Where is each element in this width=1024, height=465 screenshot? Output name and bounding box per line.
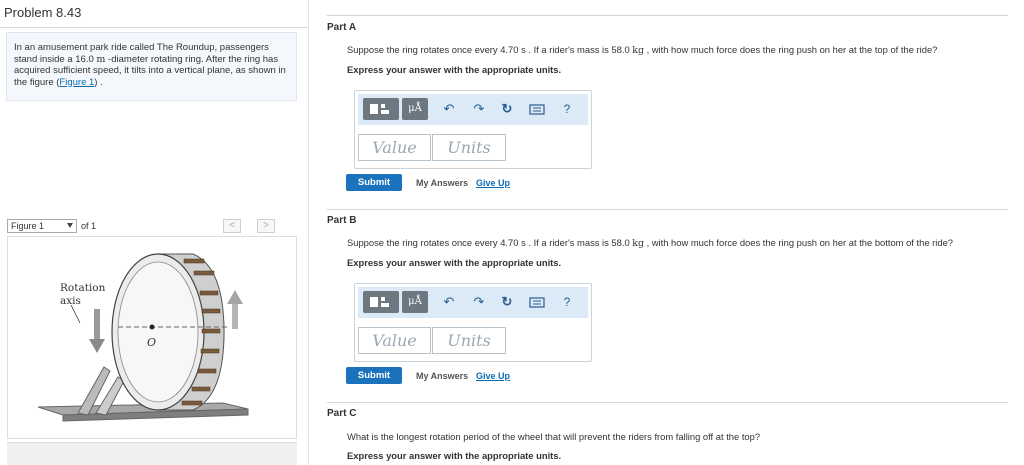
submit-button[interactable]: Submit [346,367,402,384]
help-icon[interactable]: ? [558,100,576,118]
ring-inner [117,261,199,403]
reset-icon[interactable]: ↻ [498,100,516,118]
divider [0,27,308,28]
keyboard-icon[interactable] [528,293,546,311]
help-icon[interactable]: ? [558,293,576,311]
label-pointer [70,304,81,324]
roundup-ride-illustration: Rotation axis O [37,253,249,422]
give-up-link[interactable]: Give Up [476,178,510,188]
problem-text: ) . [94,76,103,88]
next-figure-button[interactable]: > [257,219,275,233]
divider [327,402,1008,403]
my-answers-link[interactable]: My Answers [416,371,468,381]
templates-icon [370,297,389,307]
question-part: , with how much force does the ring push… [643,237,954,248]
submit-button[interactable]: Submit [346,174,402,191]
my-answers-link[interactable]: My Answers [416,178,468,188]
answer-panel: μÅ ↶ ↷ ↻ ? Value Units [354,90,592,169]
question-text: Suppose the ring rotates once every 4.70… [347,44,937,56]
units-button[interactable]: μÅ [402,291,428,313]
up-arrow-icon [227,290,243,329]
redo-icon[interactable]: ↷ [470,100,488,118]
divider [327,15,1008,16]
templates-button[interactable] [363,98,399,120]
figure-image: Rotation axis O [7,236,297,439]
rider [201,328,221,334]
unit-kg: kg [632,45,644,56]
problem-title: Problem 8.43 [4,5,82,20]
figure-navigation: Figure 1 of 1 < > [7,219,297,234]
rider [191,386,211,392]
value-input[interactable]: Value [358,327,431,354]
part-title: Part A [327,22,357,33]
chevron-down-icon [67,223,73,228]
rider [197,368,217,374]
units-input[interactable]: Units [432,134,506,161]
templates-button[interactable] [363,291,399,313]
center-point [149,324,155,330]
templates-icon [370,104,389,114]
undo-icon[interactable]: ↶ [440,293,458,311]
math-toolbar: μÅ ↶ ↷ ↻ ? [358,94,588,125]
rider [181,400,203,406]
answer-panel: μÅ ↶ ↷ ↻ ? Value Units [354,283,592,362]
prev-figure-button[interactable]: < [223,219,241,233]
part-title: Part C [327,408,357,419]
problem-statement: In an amusement park ride called The Rou… [6,32,297,101]
rider [183,258,205,264]
math-toolbar: μÅ ↶ ↷ ↻ ? [358,287,588,318]
reset-icon[interactable]: ↻ [498,293,516,311]
rider [193,270,215,276]
figure-footer [7,442,297,465]
figure-select-value: Figure 1 [11,221,45,231]
figure-link[interactable]: Figure 1 [59,77,94,88]
instruction-text: Express your answer with the appropriate… [347,450,562,461]
figure-select[interactable]: Figure 1 [7,219,77,233]
center-label: O [147,336,156,349]
instruction-text: Express your answer with the appropriate… [347,257,562,268]
rider [200,348,220,354]
problem-panel: Problem 8.43 In an amusement park ride c… [0,0,309,465]
rotation-label: Rotation [60,282,106,294]
instruction-text: Express your answer with the appropriate… [347,64,562,75]
unit-kg: kg [632,238,644,249]
question-part: Suppose the ring rotates once every 4.70… [347,237,633,248]
question-text: Suppose the ring rotates once every 4.70… [347,237,953,249]
rider [199,290,219,296]
question-part: Suppose the ring rotates once every 4.70… [347,44,633,55]
keyboard-icon[interactable] [528,100,546,118]
part-title: Part B [327,215,357,226]
divider [327,209,1008,210]
rider [201,308,221,314]
units-button[interactable]: μÅ [402,98,428,120]
chevron-right-icon: > [263,220,269,231]
undo-icon[interactable]: ↶ [440,100,458,118]
axis-label: axis [60,295,81,307]
redo-icon[interactable]: ↷ [470,293,488,311]
value-input[interactable]: Value [358,134,431,161]
chevron-left-icon: < [229,220,235,231]
give-up-link[interactable]: Give Up [476,371,510,381]
down-arrow-icon [89,309,105,353]
question-part: , with how much force does the ring push… [643,44,938,55]
units-input[interactable]: Units [432,327,506,354]
question-text: What is the longest rotation period of t… [347,431,761,442]
figure-count: of 1 [81,221,97,231]
